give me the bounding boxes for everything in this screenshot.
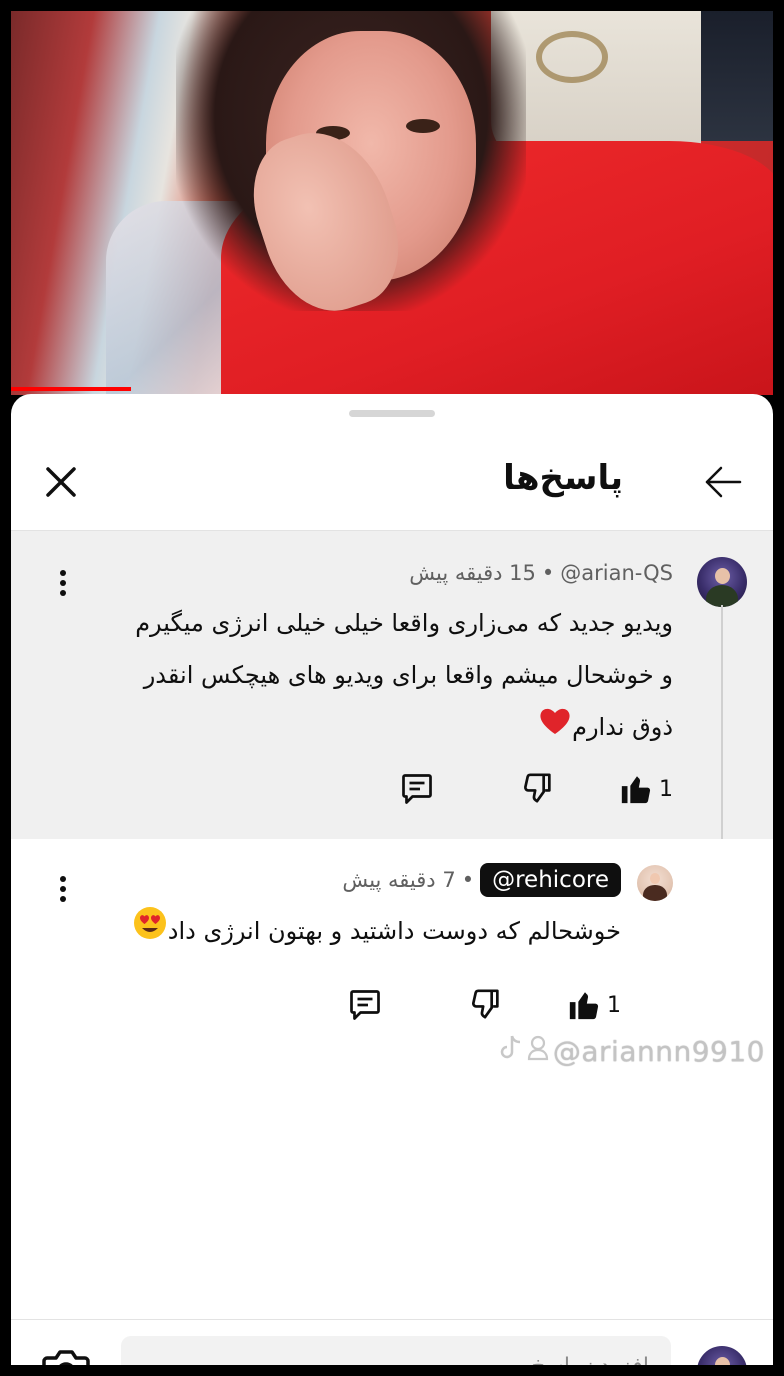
thumbs-up-icon bbox=[621, 776, 651, 804]
reply-text-content: خوشحالم که دوست داشتید و بهتون انرژی داد bbox=[167, 917, 621, 945]
thumbs-down-icon bbox=[524, 773, 551, 803]
comment-line: و خوشحال میشم واقعا برای ویدیو های هیچکس… bbox=[143, 661, 673, 689]
dot bbox=[60, 886, 66, 892]
author-handle[interactable]: @arian-QS bbox=[560, 561, 673, 585]
more-options-button[interactable] bbox=[51, 563, 75, 603]
comment-line-text: ذوق ندارم bbox=[572, 713, 673, 741]
right-eye bbox=[406, 119, 440, 133]
reply-composer bbox=[11, 1319, 773, 1365]
camera-icon bbox=[42, 1350, 90, 1365]
comment-icon bbox=[402, 774, 432, 804]
reply-actions: 1 bbox=[350, 983, 621, 1027]
more-options-button[interactable] bbox=[51, 869, 75, 909]
drag-handle[interactable] bbox=[349, 410, 435, 417]
like-button[interactable]: 1 bbox=[619, 767, 673, 811]
screen-frame: پاسخ‌ها 15 دقیقه پیش • @arian-QS bbox=[11, 11, 773, 1365]
like-count: 1 bbox=[659, 776, 673, 802]
author-handle-badge[interactable]: @rehicore bbox=[480, 863, 621, 897]
dot bbox=[60, 896, 66, 902]
arrow-left-icon bbox=[705, 466, 742, 498]
reply-input[interactable] bbox=[121, 1336, 671, 1365]
cabin-corner bbox=[701, 11, 773, 141]
comment-line: ویدیو جدید که می‌زاری واقعا خیلی خیلی ان… bbox=[135, 609, 673, 637]
timestamp: 15 دقیقه پیش bbox=[409, 561, 536, 585]
comment-meta: 15 دقیقه پیش • @arian-QS bbox=[409, 561, 673, 585]
comment-actions: 1 bbox=[402, 767, 673, 811]
replies-sheet: پاسخ‌ها 15 دقیقه پیش • @arian-QS bbox=[11, 394, 773, 1365]
avatar-head bbox=[714, 568, 730, 584]
thumbs-down-icon bbox=[472, 989, 499, 1019]
more-vertical-icon bbox=[60, 570, 66, 576]
heart-emoji bbox=[538, 702, 572, 754]
camera-button[interactable] bbox=[41, 1346, 91, 1365]
avatar-body bbox=[643, 884, 667, 901]
tiktok-logo-icon bbox=[499, 1034, 523, 1069]
close-icon bbox=[46, 467, 76, 497]
like-count: 1 bbox=[607, 992, 621, 1018]
back-button[interactable] bbox=[701, 460, 745, 504]
dot bbox=[60, 590, 66, 596]
separator: • bbox=[461, 868, 475, 892]
separator: • bbox=[541, 561, 555, 585]
reply-text: خوشحالم که دوست داشتید و بهتون انرژی داد bbox=[132, 905, 621, 959]
tiktok-watermark: @ariannn9910 bbox=[499, 1034, 765, 1069]
comment-icon bbox=[350, 990, 380, 1020]
avatar-head bbox=[649, 872, 661, 885]
heart-eyes-emoji bbox=[132, 905, 168, 959]
watermark-handle: @ariannn9910 bbox=[552, 1035, 765, 1068]
reply-avatar[interactable] bbox=[637, 865, 673, 901]
profile-icon bbox=[527, 1035, 549, 1068]
reply-button[interactable] bbox=[399, 767, 435, 811]
parent-comment: 15 دقیقه پیش • @arian-QS ویدیو جدید که م… bbox=[11, 531, 773, 839]
more-vertical-icon bbox=[60, 876, 66, 882]
dislike-button[interactable] bbox=[469, 983, 503, 1027]
dislike-button[interactable] bbox=[521, 767, 555, 811]
seat-logo bbox=[536, 31, 608, 83]
reply-meta: 7 دقیقه پیش • @rehicore bbox=[342, 863, 621, 897]
reply-button[interactable] bbox=[347, 983, 383, 1027]
like-button[interactable]: 1 bbox=[567, 983, 621, 1027]
comment-line-last: ذوق ندارم bbox=[135, 701, 673, 754]
close-button[interactable] bbox=[41, 462, 81, 502]
video-player[interactable] bbox=[11, 11, 773, 395]
page-title: پاسخ‌ها bbox=[503, 458, 623, 498]
avatar-body bbox=[706, 584, 738, 607]
sheet-header: پاسخ‌ها bbox=[11, 434, 773, 531]
thread-line bbox=[701, 605, 723, 867]
dot bbox=[60, 580, 66, 586]
comment-text: ویدیو جدید که می‌زاری واقعا خیلی خیلی ان… bbox=[135, 597, 673, 754]
avatar-head bbox=[714, 1357, 730, 1365]
my-avatar bbox=[697, 1346, 747, 1365]
timestamp: 7 دقیقه پیش bbox=[342, 868, 456, 892]
thumbs-up-icon bbox=[569, 992, 599, 1020]
avatar[interactable] bbox=[697, 557, 747, 607]
progress-bar[interactable] bbox=[11, 387, 131, 391]
